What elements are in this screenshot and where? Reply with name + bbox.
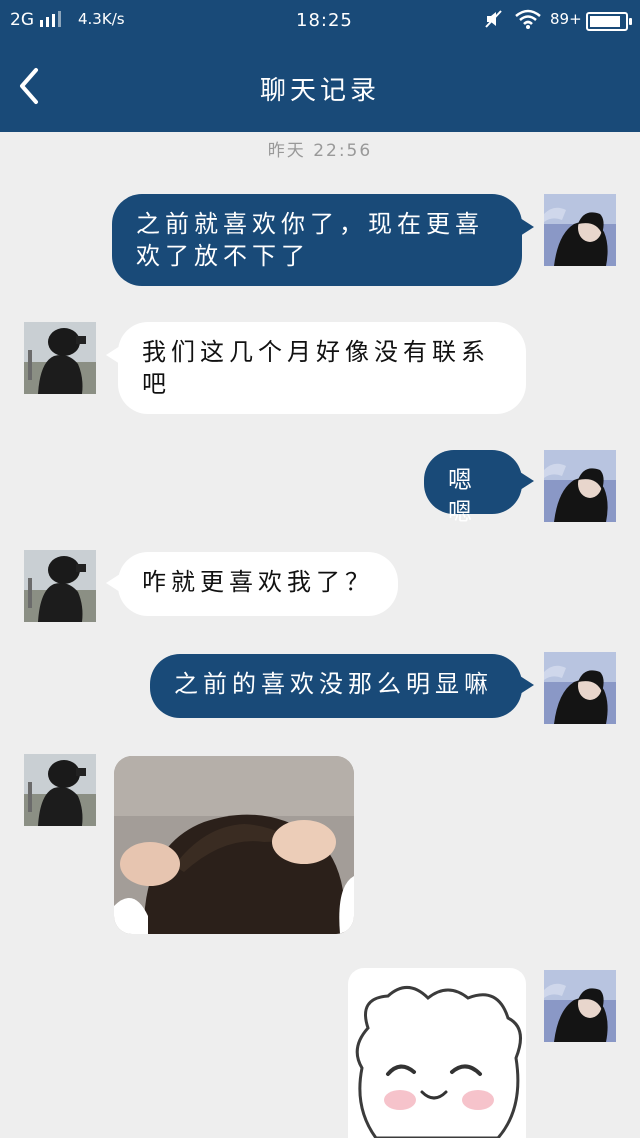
battery-icon <box>586 12 632 31</box>
self-avatar[interactable] <box>544 970 616 1042</box>
self-avatar[interactable] <box>544 652 616 724</box>
message-text: 之前就喜欢你了，现在更喜欢了放不下了 <box>136 210 484 270</box>
self-avatar[interactable] <box>544 194 616 266</box>
mute-icon <box>484 9 504 34</box>
bubble-tail <box>106 574 120 592</box>
wifi-icon <box>514 8 542 35</box>
header: 2G 4.3K/s 18:25 89+ 聊天记录 <box>0 0 640 132</box>
bubble-tail <box>520 472 534 490</box>
image-message-contact[interactable] <box>114 756 354 934</box>
message-bubble-self[interactable]: 嗯嗯 <box>424 450 522 526</box>
page-title: 聊天记录 <box>259 76 380 106</box>
message-text: 我们这几个月好像没有联系吧 <box>142 338 490 398</box>
bubble-tail <box>106 346 120 364</box>
message-bubble-self[interactable]: 之前就喜欢你了，现在更喜欢了放不下了 <box>112 194 522 286</box>
message-text: 咋就更喜欢我了？ <box>142 568 374 596</box>
network-indicator: 2G <box>10 10 65 30</box>
battery-level-fill <box>590 16 620 27</box>
message-text: 嗯嗯 <box>448 466 477 526</box>
network-speed: 4.3K/s <box>78 10 125 28</box>
message-text: 之前的喜欢没那么明显嘛 <box>174 670 493 698</box>
message-timestamp: 昨天 22:56 <box>267 141 373 161</box>
contact-avatar[interactable] <box>24 322 96 394</box>
message-bubble-contact[interactable]: 我们这几个月好像没有联系吧 <box>118 322 526 414</box>
bubble-tail <box>520 676 534 694</box>
signal-bars-icon <box>40 11 62 27</box>
bubble-tail <box>520 218 534 236</box>
network-type: 2G <box>10 10 34 30</box>
battery-percent: 89+ <box>550 10 582 28</box>
message-bubble-self[interactable]: 之前的喜欢没那么明显嘛 <box>150 654 522 718</box>
sticker-message-self[interactable] <box>348 968 526 1138</box>
contact-avatar[interactable] <box>24 754 96 826</box>
self-avatar[interactable] <box>544 450 616 522</box>
clock: 18:25 <box>296 10 353 31</box>
contact-avatar[interactable] <box>24 550 96 622</box>
status-bar: 2G 4.3K/s 18:25 89+ <box>0 0 640 44</box>
smiling-face-sticker <box>348 968 526 1138</box>
baby-scratching-head-image <box>114 756 354 934</box>
message-bubble-contact[interactable]: 咋就更喜欢我了？ <box>118 552 398 616</box>
